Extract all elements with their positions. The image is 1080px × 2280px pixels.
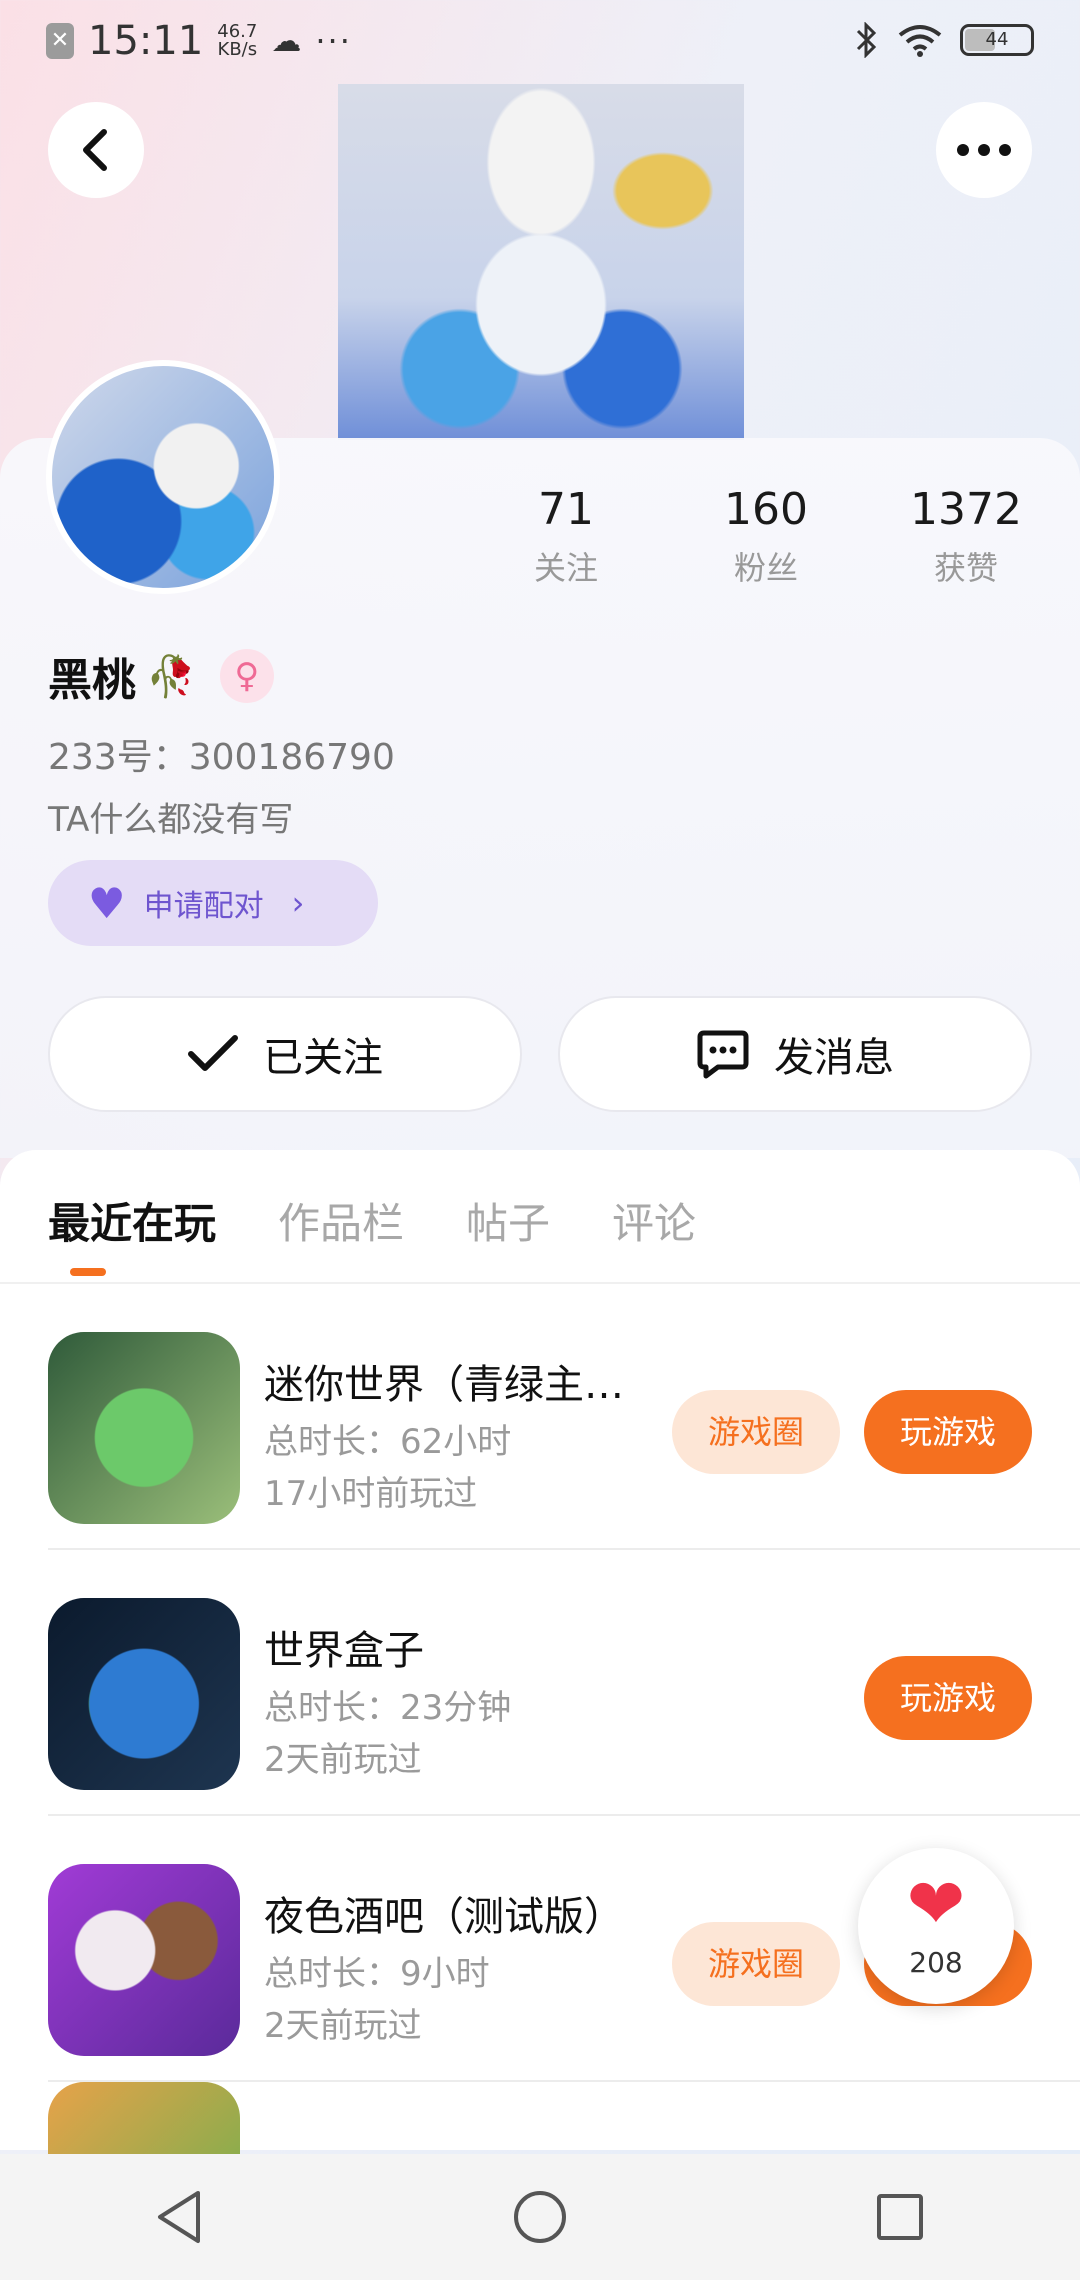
game-last-played: 17小时前玩过: [264, 1474, 478, 1514]
game-duration: 总时长：62小时: [264, 1422, 512, 1462]
game-icon[interactable]: [48, 1332, 240, 1524]
more-notifications-icon: ···: [315, 22, 352, 60]
more-button[interactable]: [936, 102, 1032, 198]
tab-recently-played[interactable]: 最近在玩: [48, 1190, 216, 1251]
back-button[interactable]: [48, 102, 144, 198]
game-icon[interactable]: [48, 1864, 240, 2056]
more-dots-icon: [957, 144, 1011, 156]
send-message-label: 发消息: [774, 1035, 894, 1081]
wifi-icon: [898, 25, 942, 57]
chevron-left-icon: [83, 129, 107, 171]
game-row[interactable]: 世界盒子 总时长：23分钟 2天前玩过 玩游戏: [48, 1550, 1080, 1816]
stat-value: 71: [538, 484, 594, 535]
nav-home-button[interactable]: [500, 2177, 580, 2257]
play-game-button[interactable]: 玩游戏: [864, 1656, 1032, 1740]
triangle-back-icon: [158, 2191, 200, 2243]
status-time: 15:11: [88, 18, 204, 64]
request-pair-label: 申请配对: [143, 889, 264, 924]
name-row: 黑桃 🥀 ♀: [48, 644, 274, 708]
game-last-played: 2天前玩过: [264, 1740, 422, 1780]
circle-home-icon: [514, 2191, 566, 2243]
game-circle-button[interactable]: 游戏圈: [672, 1390, 840, 1474]
play-game-button[interactable]: 玩游戏: [864, 1390, 1032, 1474]
like-count: 208: [909, 1946, 963, 1979]
female-gender-icon: ♀: [219, 649, 274, 703]
tab-posts[interactable]: 帖子: [466, 1190, 550, 1251]
status-bar: ✕ 15:11 46.7 KB/s ☁ ··· 44: [0, 0, 1080, 84]
stat-following[interactable]: 71 关注: [486, 484, 646, 589]
profile-stats: 71 关注 160 粉丝 1372 获赞: [486, 484, 1046, 589]
chevron-right-icon: ›: [291, 884, 305, 922]
game-circle-button[interactable]: 游戏圈: [672, 1922, 840, 2006]
user-id: 233号：300186790: [48, 737, 395, 778]
stat-label: 获赞: [933, 549, 998, 587]
network-speed: 46.7 KB/s: [217, 23, 257, 59]
request-pair-button[interactable]: ♥ 申请配对 ›: [48, 860, 378, 946]
like-button[interactable]: ❤ 208: [858, 1848, 1014, 2004]
game-last-played: 2天前玩过: [264, 2006, 422, 2046]
chat-bubble-icon: [697, 1030, 749, 1079]
game-icon[interactable]: [48, 1598, 240, 1790]
active-tab-indicator: [70, 1268, 106, 1276]
tab-works[interactable]: 作品栏: [278, 1190, 404, 1251]
game-title: 迷你世界（青绿主…: [264, 1362, 624, 1408]
square-recents-icon: [877, 2194, 923, 2240]
user-name: 黑桃: [48, 655, 136, 706]
bluetooth-icon: [856, 22, 877, 58]
followed-label: 已关注: [263, 1035, 383, 1081]
game-title: 世界盒子: [264, 1628, 424, 1674]
game-duration: 总时长：23分钟: [264, 1688, 512, 1728]
rose-icon: 🥀: [146, 653, 196, 700]
system-nav-bar: [0, 2154, 1080, 2280]
game-title: 夜色酒吧（测试版）: [264, 1894, 624, 1940]
avatar[interactable]: [46, 360, 280, 594]
game-duration: 总时长：9小时: [264, 1954, 490, 1994]
nav-recents-button[interactable]: [860, 2177, 940, 2257]
heart-icon: ❤: [906, 1863, 966, 1945]
no-sim-icon: ✕: [46, 23, 74, 59]
cloud-icon: ☁: [271, 23, 302, 59]
profile-cover-image: [338, 84, 744, 440]
stat-value: 1372: [910, 484, 1022, 535]
stat-likes[interactable]: 1372 获赞: [886, 484, 1046, 589]
user-bio: TA什么都没有写: [48, 800, 294, 840]
tab-bar: 最近在玩 作品栏 帖子 评论: [48, 1190, 696, 1251]
stat-label: 关注: [533, 549, 598, 587]
send-message-button[interactable]: 发消息: [558, 996, 1032, 1112]
stat-label: 粉丝: [733, 549, 798, 587]
game-row[interactable]: 迷你世界（青绿主… 总时长：62小时 17小时前玩过 游戏圈 玩游戏: [48, 1284, 1080, 1550]
followed-button[interactable]: 已关注: [48, 996, 522, 1112]
stat-value: 160: [724, 484, 808, 535]
tab-comments[interactable]: 评论: [612, 1190, 696, 1251]
check-icon: [188, 1035, 238, 1071]
heart-icon: ♥: [88, 878, 126, 928]
battery-indicator: 44: [960, 24, 1034, 56]
stat-followers[interactable]: 160 粉丝: [686, 484, 846, 589]
network-speed-unit: KB/s: [217, 39, 258, 60]
nav-back-button[interactable]: [140, 2177, 220, 2257]
